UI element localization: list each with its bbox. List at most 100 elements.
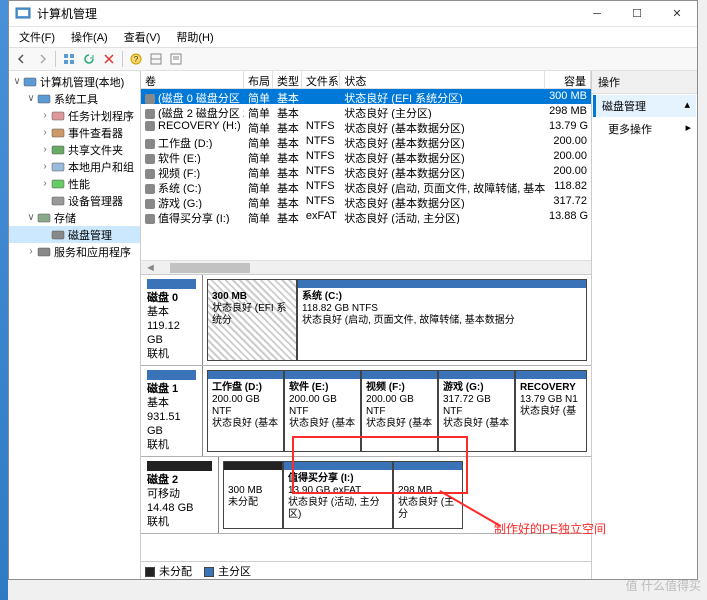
partition[interactable]: 工作盘 (D:)200.00 GB NTF状态良好 (基本 (207, 370, 284, 452)
tree-expand-icon[interactable]: ∨ (25, 212, 37, 223)
volume-row[interactable]: 系统 (C:)简单基本NTFS状态良好 (启动, 页面文件, 故障转储, 基本数… (141, 179, 591, 194)
cell: NTFS (302, 149, 340, 164)
column-header[interactable]: 类型 (273, 71, 302, 88)
cell (302, 89, 340, 104)
tree-node[interactable]: ∨计算机管理(本地) (9, 73, 140, 90)
cell: 工作盘 (D:) (141, 134, 244, 149)
menu-view[interactable]: 查看(V) (118, 27, 167, 47)
cell: 状态良好 (启动, 页面文件, 故障转储, 基本数据分区) (340, 179, 545, 194)
cell: 200.00 (545, 134, 591, 149)
stop-button[interactable] (100, 50, 118, 68)
cell: 基本 (273, 104, 302, 119)
partition[interactable]: 软件 (E:)200.00 GB NTF状态良好 (基本 (284, 370, 361, 452)
partition[interactable]: 298 MB状态良好 (主分 (393, 461, 463, 529)
column-header[interactable]: 布局 (244, 71, 273, 88)
tree-node[interactable]: 设备管理器 (9, 192, 140, 209)
tree-node[interactable]: ›共享文件夹 (9, 141, 140, 158)
column-header[interactable]: 卷 (141, 71, 244, 88)
menu-file[interactable]: 文件(F) (13, 27, 61, 47)
column-header[interactable]: 状态 (340, 71, 545, 88)
tree-node[interactable]: ›本地用户和组 (9, 158, 140, 175)
cell: 简单 (244, 119, 273, 134)
cell: 基本 (273, 149, 302, 164)
tree-expand-icon[interactable]: › (25, 246, 37, 257)
tree-label: 服务和应用程序 (54, 244, 131, 260)
column-header[interactable]: 容量 (545, 71, 591, 88)
cell: 视频 (F:) (141, 164, 244, 179)
legend: 未分配 主分区 (141, 561, 591, 579)
tree-expand-icon[interactable]: › (39, 161, 51, 172)
tree-expand-icon[interactable]: ∨ (11, 76, 23, 87)
tree-node[interactable]: ∨ 存储 (9, 209, 140, 226)
cell: (磁盘 0 磁盘分区 1) (141, 89, 244, 104)
tree-node[interactable]: › 服务和应用程序 (9, 243, 140, 260)
cell: 游戏 (G:) (141, 194, 244, 209)
partition[interactable]: 系统 (C:)118.82 GB NTFS状态良好 (启动, 页面文件, 故障转… (297, 279, 587, 361)
volume-row[interactable]: (磁盘 2 磁盘分区 2)简单基本状态良好 (主分区)298 MB (141, 104, 591, 119)
back-button[interactable] (13, 50, 31, 68)
partition[interactable]: 值得买分享 (I:)13.90 GB exFAT状态良好 (活动, 主分区) (283, 461, 393, 529)
cell: 118.82 (545, 179, 591, 194)
cell: 状态良好 (基本数据分区) (340, 149, 545, 164)
svg-text:?: ? (134, 55, 139, 64)
cell: 简单 (244, 104, 273, 119)
tree-expand-icon[interactable]: › (39, 178, 51, 189)
app-icon (15, 6, 31, 22)
partition[interactable]: 300 MB未分配 (223, 461, 283, 529)
cell: 基本 (273, 89, 302, 104)
help-button[interactable]: ? (127, 50, 145, 68)
tree-panel: ∨计算机管理(本地)∨系统工具›任务计划程序›事件查看器›共享文件夹›本地用户和… (9, 71, 141, 579)
tree-label: 系统工具 (54, 91, 98, 107)
menu-help[interactable]: 帮助(H) (170, 27, 219, 47)
partition[interactable]: RECOVERY13.79 GB N1状态良好 (基 (515, 370, 587, 452)
cell: 系统 (C:) (141, 179, 244, 194)
cell: 基本 (273, 209, 302, 224)
cell: 状态良好 (主分区) (340, 104, 545, 119)
cell: (磁盘 2 磁盘分区 2) (141, 104, 244, 119)
main-window: 计算机管理 ─ ☐ ✕ 文件(F) 操作(A) 查看(V) 帮助(H) ? ∨计… (8, 0, 698, 580)
cell: 基本 (273, 164, 302, 179)
actions-more[interactable]: 更多操作▸ (592, 118, 697, 140)
tree-node[interactable]: ∨ 系统工具 (9, 90, 140, 107)
maximize-button[interactable]: ☐ (617, 1, 657, 27)
properties-button[interactable] (167, 50, 185, 68)
views-button[interactable] (60, 50, 78, 68)
partition[interactable]: 视频 (F:)200.00 GB NTF状态良好 (基本 (361, 370, 438, 452)
cell: 值得买分享 (I:) (141, 209, 244, 224)
partition[interactable]: 300 MB状态良好 (EFI 系统分 (207, 279, 297, 361)
tree-expand-icon[interactable]: › (39, 110, 51, 121)
disk-row: 磁盘 1基本931.51 GB联机工作盘 (D:)200.00 GB NTF状态… (141, 366, 591, 457)
volume-row[interactable]: 工作盘 (D:)简单基本NTFS状态良好 (基本数据分区)200.00 (141, 134, 591, 149)
tree-label: 磁盘管理 (68, 227, 112, 243)
volume-row[interactable]: (磁盘 0 磁盘分区 1)简单基本状态良好 (EFI 系统分区)300 MB (141, 89, 591, 104)
menu-action[interactable]: 操作(A) (65, 27, 114, 47)
tree-label: 存储 (54, 210, 76, 226)
partition[interactable]: 游戏 (G:)317.72 GB NTF状态良好 (基本 (438, 370, 515, 452)
cell: exFAT (302, 209, 340, 224)
tree-node[interactable]: › 任务计划程序 (9, 107, 140, 124)
volume-row[interactable]: 视频 (F:)简单基本NTFS状态良好 (基本数据分区)200.00 (141, 164, 591, 179)
tree-expand-icon[interactable]: › (39, 144, 51, 155)
tree-label: 事件查看器 (68, 125, 123, 141)
tree-label: 任务计划程序 (68, 108, 134, 124)
forward-button[interactable] (33, 50, 51, 68)
cell: 软件 (E:) (141, 149, 244, 164)
tree-node[interactable]: 磁盘管理 (9, 226, 140, 243)
tree-expand-icon[interactable]: ∨ (25, 93, 37, 104)
tree-expand-icon[interactable]: › (39, 127, 51, 138)
refresh-button[interactable] (80, 50, 98, 68)
tree-node[interactable]: › 事件查看器 (9, 124, 140, 141)
cell: 13.79 G (545, 119, 591, 134)
close-button[interactable]: ✕ (657, 1, 697, 27)
layout-button[interactable] (147, 50, 165, 68)
volume-row[interactable]: RECOVERY (H:)简单基本NTFS状态良好 (基本数据分区)13.79 … (141, 119, 591, 134)
volume-row[interactable]: 软件 (E:)简单基本NTFS状态良好 (基本数据分区)200.00 (141, 149, 591, 164)
cell: NTFS (302, 164, 340, 179)
minimize-button[interactable]: ─ (577, 1, 617, 27)
horizontal-scrollbar[interactable]: ◄ (141, 260, 591, 274)
tree-node[interactable]: › 性能 (9, 175, 140, 192)
tree-label: 性能 (68, 176, 90, 192)
column-header[interactable]: 文件系统 (302, 71, 340, 88)
volume-row[interactable]: 值得买分享 (I:)简单基本exFAT状态良好 (活动, 主分区)13.88 G (141, 209, 591, 224)
volume-row[interactable]: 游戏 (G:)简单基本NTFS状态良好 (基本数据分区)317.72 (141, 194, 591, 209)
